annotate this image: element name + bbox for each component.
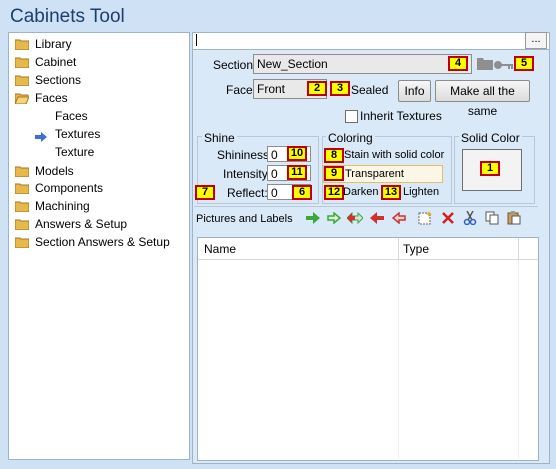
make-all-same-button[interactable]: Make all the same [435,80,530,118]
folder-closed-icon [15,219,29,230]
browse-button[interactable]: ... [525,32,547,49]
shininess-value: 0 [271,148,278,162]
section-value: New_Section [257,57,328,71]
section-label: Section: [213,58,257,72]
navigation-tree[interactable]: Library Cabinet Sections Faces Faces Tex… [8,32,190,460]
section-dropdown[interactable]: New_Section [253,54,472,74]
darken-label[interactable]: Darken [343,186,378,198]
copy-icon[interactable] [485,211,499,228]
inherit-textures-label: Inherit Textures [360,109,442,123]
tree-item-label: Answers & Setup [35,217,128,231]
folder-closed-icon [15,201,29,212]
sealed-label: Sealed [351,83,389,97]
callout-badge-4: 4 [448,56,468,71]
folder-closed-icon [15,57,29,68]
arrow-right-outline-green-icon[interactable] [327,211,342,227]
folder-closed-icon [15,166,29,177]
callout-badge-2: 2 [307,81,327,96]
reflect-label: Reflect: [227,186,268,200]
callout-badge-1: 1 [480,161,500,176]
pictures-labels-title: Pictures and Labels [196,213,293,225]
tree-item-label: Faces [35,91,68,105]
shine-title: Shine [202,131,237,145]
inherit-textures-checkbox[interactable] [345,110,358,123]
callout-badge-11: 11 [287,165,307,180]
arrow-left-outline-red-icon[interactable] [391,211,406,227]
tree-item-label: Models [35,164,74,178]
callout-badge-6: 6 [292,185,312,200]
folder-open-icon [15,93,29,104]
list-header: Name Type [198,238,538,260]
callout-badge-9: 9 [324,166,344,181]
callout-badge-7: 7 [195,185,215,200]
arrow-right-green-icon[interactable] [306,212,320,227]
callout-badge-12: 12 [324,185,344,200]
tree-item-label: Cabinet [35,55,77,69]
face-label: Face: [226,83,257,97]
text-caret [196,34,197,46]
coloring-title: Coloring [326,131,375,145]
tree-item-label: Library [35,37,72,51]
delete-icon[interactable] [441,211,455,228]
arrow-right-icon [35,129,47,142]
column-divider[interactable] [518,238,519,259]
tree-item-label: Section Answers & Setup [35,235,170,249]
callout-badge-10: 10 [287,146,307,161]
info-button[interactable]: Info [398,80,431,102]
folder-closed-icon [15,183,29,194]
cut-icon[interactable] [463,210,477,228]
tree-item-label: Faces [55,109,88,123]
tree-item-label: Textures [55,127,101,141]
transparent-label[interactable]: Transparent [345,168,404,180]
tree-item-label: Machining [35,199,90,213]
column-guide [398,260,399,458]
callout-badge-8: 8 [324,148,344,163]
callout-badge-3: 3 [330,81,350,96]
arrow-both-icon[interactable] [346,211,364,227]
intensity-label: Intensity: [223,167,272,181]
arrow-left-red-icon[interactable] [370,212,384,227]
stain-solid-color-label[interactable]: Stain with solid color [344,149,444,161]
folder-closed-icon [15,39,29,50]
column-header-name[interactable]: Name [204,242,236,256]
pictures-list[interactable]: Name Type [197,237,539,461]
key-icon[interactable] [494,59,514,73]
folder-gray-icon[interactable] [477,57,493,73]
reflect-value: 0 [271,186,278,200]
intensity-value: 0 [271,167,278,181]
tree-item-label: Sections [35,73,82,87]
folder-closed-icon [15,237,29,248]
tree-item-label: Components [35,181,104,195]
lighten-label[interactable]: Lighten [403,186,439,198]
callout-badge-13: 13 [381,185,401,200]
new-item-icon[interactable] [418,211,432,228]
folder-closed-icon [15,75,29,86]
column-header-type[interactable]: Type [403,242,429,256]
title-bar: Cabinets Tool [0,0,556,32]
window-title: Cabinets Tool [10,6,125,27]
solid-color-title: Solid Color [459,131,522,145]
properties-panel: ... Section: New_Section 4 5 Face: Front… [192,32,550,464]
callout-badge-5: 5 [514,56,534,71]
tree-item-label: Texture [55,145,95,159]
path-input[interactable]: ... [193,32,549,50]
face-value: Front [257,82,286,96]
paste-icon[interactable] [507,211,521,228]
column-divider[interactable] [398,238,399,259]
shininess-label: Shininess: [217,148,273,162]
column-guide [518,260,519,458]
